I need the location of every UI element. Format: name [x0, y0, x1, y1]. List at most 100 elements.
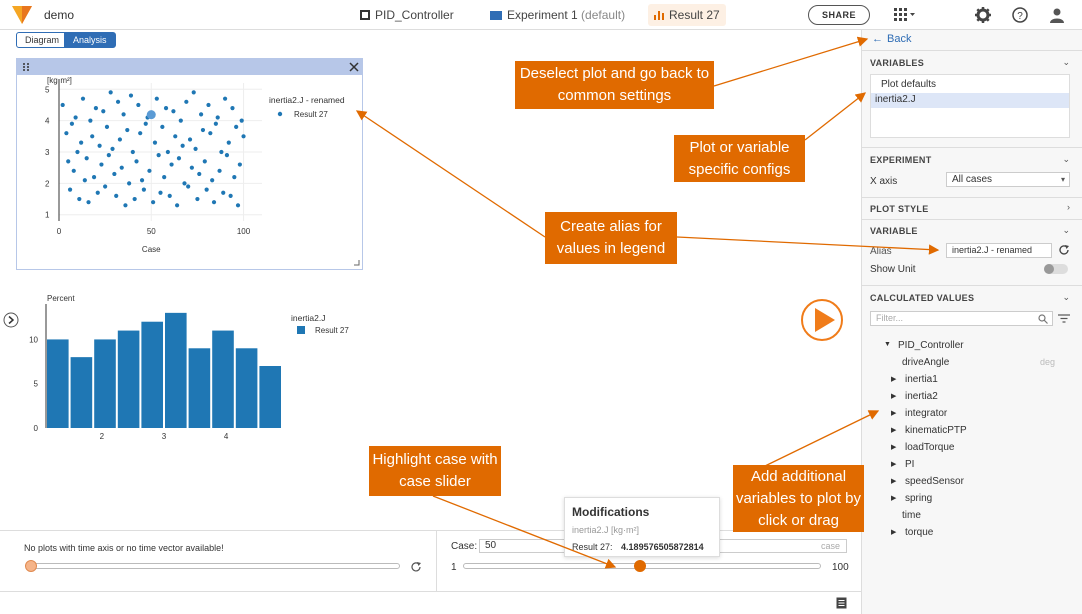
nav-experiment[interactable]: Experiment 1 (default): [484, 4, 631, 26]
scatter-point: [171, 109, 176, 114]
app-logo-icon[interactable]: [10, 4, 34, 26]
user-avatar-icon[interactable]: [1049, 7, 1065, 23]
dropdown-arrow-icon: ▾: [1060, 175, 1065, 184]
tree-item-speedsensor[interactable]: speedSensor: [905, 476, 964, 487]
tree-expand-icon[interactable]: ▶: [891, 443, 896, 451]
bottom-panel: No plots with time axis or no time vecto…: [0, 530, 861, 614]
tree-item-torque[interactable]: torque: [905, 527, 933, 538]
tree-item-driveangle[interactable]: driveAngle: [902, 357, 949, 368]
variables-heading: VARIABLES: [870, 58, 925, 68]
filter-input[interactable]: Filter...: [870, 311, 1053, 326]
bar-chart[interactable]: Percent 0 5 10 2 3 4 inertia2.J Result 27: [20, 290, 360, 450]
alias-input[interactable]: inertia2.J - renamed: [946, 243, 1052, 258]
scatter-point: [226, 140, 231, 145]
scatter-point: [97, 143, 102, 148]
x-axis-label: Case: [142, 245, 161, 254]
tree-expand-icon[interactable]: ▶: [891, 392, 896, 400]
scatter-point: [90, 134, 95, 139]
tree-item-inertia2[interactable]: inertia2: [905, 391, 938, 402]
scatter-point: [125, 127, 130, 133]
tree-root[interactable]: PID_Controller: [898, 340, 964, 351]
tab-analysis[interactable]: Analysis: [64, 32, 116, 48]
close-icon[interactable]: [349, 62, 359, 72]
tree-item-pi[interactable]: PI: [905, 459, 914, 470]
scatter-point: [152, 140, 158, 145]
scatter-point: [189, 165, 194, 170]
highlighted-point: [146, 110, 156, 120]
scatter-point: [193, 146, 198, 151]
expand-left-panel-icon[interactable]: [3, 312, 19, 328]
bar: [235, 348, 258, 428]
chevron-right-icon[interactable]: ›: [1067, 202, 1070, 212]
tree-expand-icon[interactable]: ▶: [891, 375, 896, 383]
help-icon[interactable]: ?: [1012, 7, 1028, 23]
apps-grid-icon[interactable]: [894, 8, 916, 22]
scatter-point: [156, 153, 161, 158]
search-icon: [1038, 314, 1048, 324]
tree-expand-icon[interactable]: ▶: [891, 528, 896, 536]
scatter-point: [127, 181, 132, 186]
time-slider-handle[interactable]: [25, 560, 37, 572]
play-button[interactable]: [800, 298, 844, 342]
scatter-point: [213, 121, 218, 126]
callout-specific: Plot or variable specific configs: [674, 135, 805, 182]
notes-icon[interactable]: [836, 597, 847, 609]
scatter-plot-panel[interactable]: 1 2 3 4 5 0 50 100 [kg·m²] Case inertia2.J - renam…: [16, 58, 363, 270]
variable-item-selected[interactable]: inertia2.J: [871, 93, 1069, 108]
xaxis-select[interactable]: All cases ▾: [946, 172, 1070, 187]
tree-expand-icon[interactable]: ▼: [884, 341, 891, 348]
scatter-point: [99, 162, 104, 167]
plot-style-heading[interactable]: PLOT STYLE: [870, 204, 929, 214]
filter-options-icon[interactable]: [1058, 314, 1070, 323]
tree-item-loadtorque[interactable]: loadTorque: [905, 442, 954, 453]
tree-item-spring[interactable]: spring: [905, 493, 932, 504]
nav-result[interactable]: Result 27: [648, 4, 726, 26]
scatter-point: [184, 99, 189, 104]
chevron-down-icon[interactable]: ⌄: [1062, 292, 1070, 303]
refresh-icon[interactable]: [410, 561, 422, 573]
case-slider-handle[interactable]: [634, 560, 647, 572]
tree-expand-icon[interactable]: ▶: [891, 426, 896, 434]
scatter-point: [110, 146, 115, 151]
xaxis-label: X axis: [870, 176, 898, 187]
chevron-down-icon[interactable]: ⌄: [1062, 154, 1070, 165]
scatter-point: [154, 96, 159, 101]
legend-marker: [277, 111, 283, 117]
show-unit-toggle[interactable]: [1044, 264, 1068, 274]
scatter-point: [211, 200, 217, 205]
x-tick-label: 0: [57, 227, 62, 236]
callout-add: Add additional variables to plot by clic…: [733, 465, 864, 532]
chevron-down-icon[interactable]: ⌄: [1062, 57, 1070, 68]
callout-alias: Create alias for values in legend: [545, 212, 677, 264]
back-link[interactable]: ← Back: [872, 33, 911, 45]
variable-heading: VARIABLE: [870, 226, 918, 236]
tab-diagram[interactable]: Diagram: [16, 32, 69, 48]
no-time-message: No plots with time axis or no time vecto…: [24, 543, 224, 553]
tree-expand-icon[interactable]: ▶: [891, 477, 896, 485]
scatter-point: [191, 90, 196, 95]
drag-handle-icon[interactable]: [22, 62, 30, 72]
tree-item-time[interactable]: time: [902, 510, 921, 521]
model-icon: [360, 10, 370, 20]
reset-icon[interactable]: [1058, 244, 1070, 256]
tree-item-kinematicptp[interactable]: kinematicPTP: [905, 425, 967, 436]
time-slider-track[interactable]: [26, 563, 400, 569]
tooltip-variable: inertia2.J [kg·m²]: [572, 525, 640, 535]
resize-handle-icon[interactable]: [354, 260, 360, 266]
tree-expand-icon[interactable]: ▶: [891, 494, 896, 502]
gear-icon[interactable]: [975, 7, 991, 23]
scatter-chart[interactable]: 123450 50 100[kg·m²]Caseinertia2.J - renam…: [17, 75, 362, 269]
plot-header[interactable]: [17, 59, 362, 75]
tree-expand-icon[interactable]: ▶: [891, 460, 896, 468]
nav-model[interactable]: PID_Controller: [354, 4, 460, 26]
scatter-point: [121, 112, 126, 117]
tree-expand-icon[interactable]: ▶: [891, 409, 896, 417]
scatter-point: [222, 96, 228, 101]
scatter-point: [239, 118, 244, 123]
tree-item-inertia1[interactable]: inertia1: [905, 374, 938, 385]
share-button[interactable]: SHARE: [808, 5, 870, 25]
tree-item-integrator[interactable]: integrator: [905, 408, 947, 419]
plot-defaults-item[interactable]: Plot defaults: [881, 79, 936, 90]
chevron-down-icon[interactable]: ⌄: [1062, 225, 1070, 236]
scatter-point: [237, 162, 242, 167]
